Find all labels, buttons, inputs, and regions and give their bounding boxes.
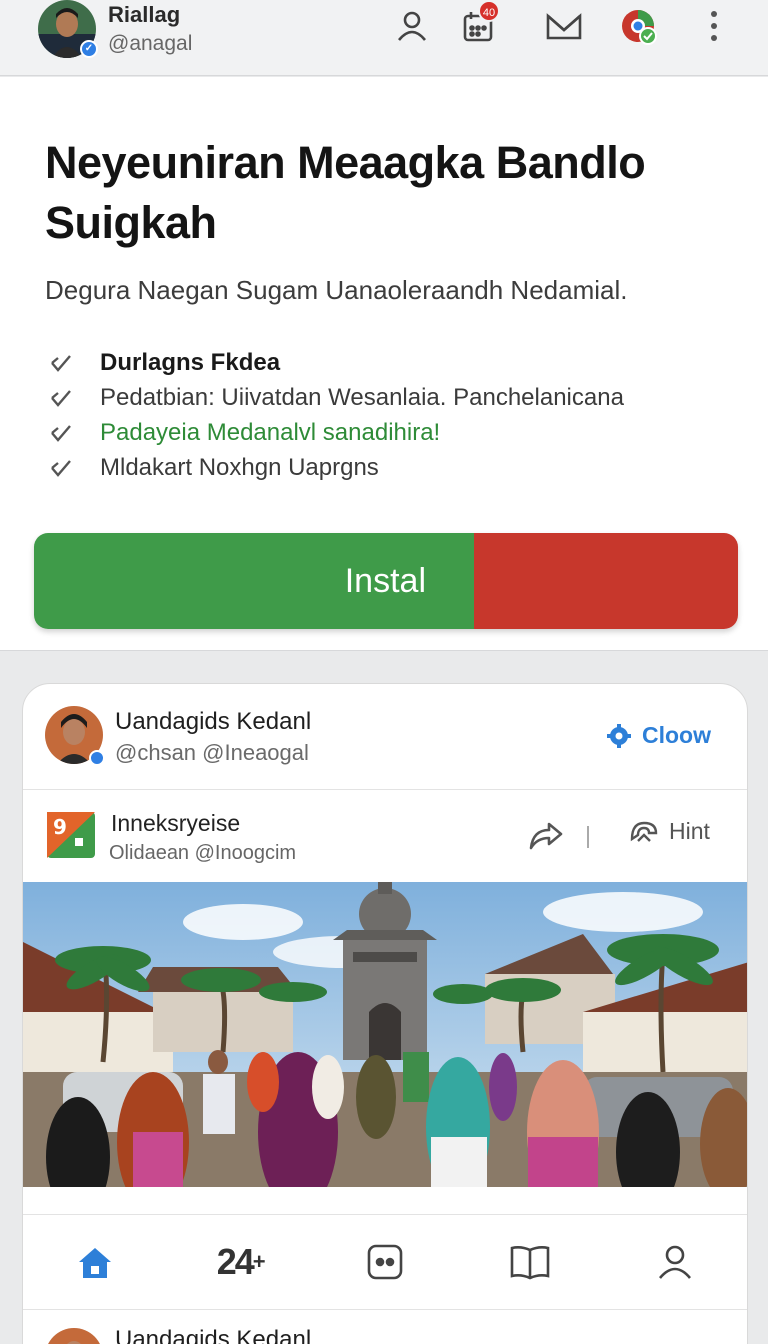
sub-title: Inneksryeise xyxy=(111,810,241,836)
verified-badge-icon xyxy=(89,750,105,766)
post-subheader: 9 Inneksryeise Olidaean @Inoogcim Hint xyxy=(23,790,747,882)
follow-label: Cloow xyxy=(642,722,711,748)
apps-icon xyxy=(367,1244,403,1280)
verified-badge-icon: ✓ xyxy=(80,40,98,58)
promo-card: Neyeuniran Meaagka Bandlo Suigkah Degura… xyxy=(0,77,768,651)
post-photo[interactable] xyxy=(23,882,747,1187)
svg-text:9: 9 xyxy=(53,815,67,839)
counter-label: 24 xyxy=(216,1241,255,1282)
home-icon xyxy=(79,1248,112,1278)
top-bar: ✓ Riallag @anagal 40 xyxy=(0,0,768,76)
profile-avatar[interactable]: ✓ xyxy=(38,0,98,58)
notification-badge: 40 xyxy=(478,0,500,22)
gear-icon xyxy=(607,723,631,748)
install-button-label: Instal xyxy=(34,533,474,629)
profile-handle: @anagal xyxy=(108,32,193,55)
user-icon[interactable] xyxy=(392,6,432,46)
feature-item: Mldakart Noxhgn Uaprgns xyxy=(48,450,624,485)
hint-icon xyxy=(630,821,658,842)
post-author-name: Uandagids Kedanl xyxy=(115,708,312,735)
post-author-name: Uandagids Kedanl xyxy=(115,1326,312,1344)
promo-subtitle: Degura Naegan Sugam Uanaoleraandh Nedami… xyxy=(45,275,628,305)
install-button[interactable]: Instal xyxy=(34,533,738,629)
check-icon xyxy=(51,354,71,372)
post-author-handle: @chsan @Ineaogal xyxy=(115,740,309,765)
sub-handle: Olidaean @Inoogcim xyxy=(109,842,297,864)
feature-label: Pedatbian: Uiivatdan Wesanlaia. Panchela… xyxy=(100,383,624,411)
plus-icon: + xyxy=(252,1249,266,1274)
feature-list: Durlagns Fkdea Pedatbian: Uiivatdan Wesa… xyxy=(48,345,624,485)
feature-label: Mldakart Noxhgn Uaprgns xyxy=(100,453,379,481)
nav-book[interactable] xyxy=(457,1215,602,1309)
post-author-avatar[interactable] xyxy=(45,1328,103,1344)
next-post-preview[interactable]: Uandagids Kedanl xyxy=(23,1310,747,1344)
post-card: Uandagids Kedanl @chsan @Ineaogal Cloow … xyxy=(22,683,748,1344)
hint-label: Hint xyxy=(669,818,710,844)
feature-item: Padayeia Medanalvl sanadihira! xyxy=(48,415,624,450)
check-icon xyxy=(51,424,71,442)
app-logo-icon: 9 xyxy=(47,812,95,858)
check-icon xyxy=(51,459,71,477)
chrome-icon[interactable] xyxy=(618,6,658,46)
user-icon xyxy=(658,1245,691,1279)
nav-profile[interactable] xyxy=(602,1215,747,1309)
share-icon[interactable] xyxy=(527,816,565,854)
nav-home[interactable] xyxy=(23,1215,168,1309)
promo-title: Neyeuniran Meaagka Bandlo Suigkah xyxy=(45,137,646,248)
feature-label: Padayeia Medanalvl sanadihira! xyxy=(100,418,441,446)
follow-button[interactable]: Cloow xyxy=(606,722,711,749)
book-icon xyxy=(510,1246,550,1280)
post-header: Uandagids Kedanl @chsan @Ineaogal Cloow xyxy=(23,684,747,790)
divider xyxy=(587,826,589,848)
feature-item: Pedatbian: Uiivatdan Wesanlaia. Panchela… xyxy=(48,380,624,415)
install-button-accent xyxy=(474,533,738,629)
hint-button[interactable]: Hint xyxy=(629,818,710,845)
profile-name: Riallag xyxy=(108,2,181,27)
bottom-nav: 24 + xyxy=(23,1214,747,1310)
nav-apps[interactable] xyxy=(313,1215,458,1309)
check-icon xyxy=(51,389,71,407)
mail-icon[interactable] xyxy=(544,6,584,46)
feature-item: Durlagns Fkdea xyxy=(48,345,624,380)
feature-label: Durlagns Fkdea xyxy=(100,348,281,376)
nav-counter[interactable]: 24 + xyxy=(168,1215,313,1309)
calendar-icon[interactable]: 40 xyxy=(458,0,500,46)
more-menu-icon[interactable] xyxy=(694,6,734,46)
